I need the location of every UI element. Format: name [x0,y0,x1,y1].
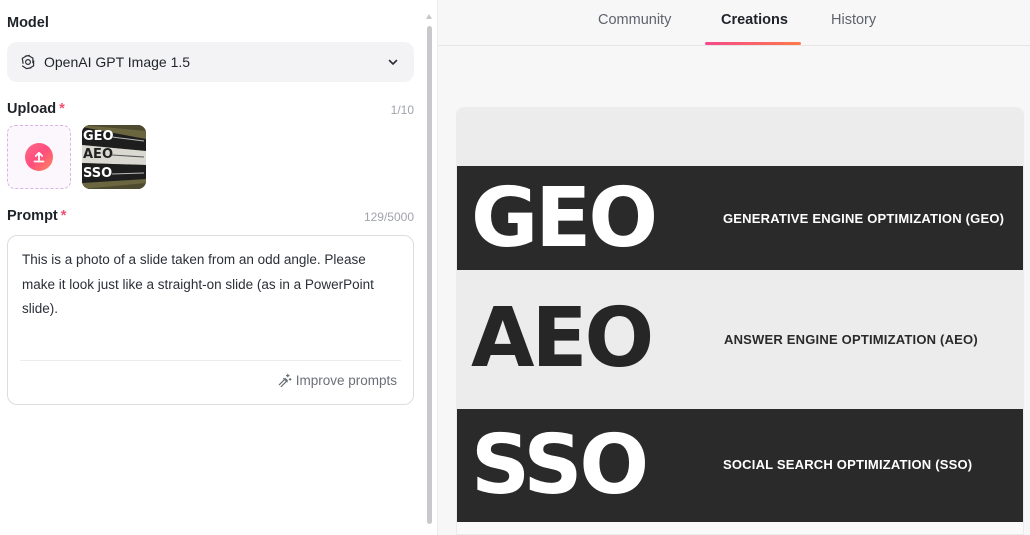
tab-history[interactable]: History [831,12,876,28]
slide-row-aeo: AEO ANSWER ENGINE OPTIMIZATION (AEO) [457,270,1023,409]
improve-prompts-label: Improve prompts [295,373,397,388]
slide-acronym: AEO [471,291,654,386]
slide-row-geo: GEO GENERATIVE ENGINE OPTIMIZATION (GEO) [457,166,1023,270]
thumbnail-line: SSO [83,166,112,181]
slide-top-margin [457,108,1023,166]
upload-section-label: Upload * [7,101,65,117]
prompt-text[interactable]: This is a photo of a slide taken from an… [22,248,402,322]
required-marker: * [60,208,67,224]
prompt-textarea[interactable]: This is a photo of a slide taken from an… [7,235,414,405]
required-marker: * [59,101,65,117]
scrollbar[interactable] [424,14,434,526]
prompt-divider [20,360,401,361]
slide-caption: GENERATIVE ENGINE OPTIMIZATION (GEO) [723,211,1005,226]
scrollbar-thumb[interactable] [427,26,432,524]
prompt-char-counter: 129/5000 [363,210,414,224]
prompt-section-label: Prompt * [7,208,66,224]
prompt-label-text: Prompt [7,208,58,224]
thumbnail-line: GEO [83,129,114,144]
scroll-up-arrow-icon[interactable] [426,14,432,19]
active-tab-indicator [705,42,801,45]
results-panel: Community Creations History GEO GENERATI… [437,0,1030,535]
improve-prompts-button[interactable]: Improve prompts [277,373,397,388]
generation-settings-panel: Model OpenAI GPT Image 1.5 Upload* 1/10 [0,0,432,535]
uploaded-image-thumbnail[interactable]: GEO AEO SSO [82,125,146,189]
slide-acronym: GEO [471,171,658,266]
generated-image: GEO GENERATIVE ENGINE OPTIMIZATION (GEO)… [457,108,1023,534]
chevron-down-icon [388,59,398,65]
model-select[interactable]: OpenAI GPT Image 1.5 [7,42,414,82]
slide-caption: SOCIAL SEARCH OPTIMIZATION (SSO) [723,457,973,472]
model-select-value: OpenAI GPT Image 1.5 [44,54,191,70]
generated-image-card[interactable]: GEO GENERATIVE ENGINE OPTIMIZATION (GEO)… [456,107,1024,535]
upload-button[interactable] [7,125,71,189]
tab-community[interactable]: Community [598,12,671,28]
results-tabs: Community Creations History [438,0,1030,46]
slide-caption: ANSWER ENGINE OPTIMIZATION (AEO) [724,332,978,347]
tab-creations[interactable]: Creations [721,12,788,28]
magic-wand-icon [278,373,292,388]
upload-label-text: Upload [7,101,57,117]
openai-logo-icon [18,52,38,72]
thumbnail-line: AEO [83,147,113,162]
upload-counter: 1/10 [390,103,414,117]
model-section-label: Model [7,15,49,31]
upload-icon [25,143,53,171]
slide-acronym: SSO [471,418,649,513]
slide-row-sso: SSO SOCIAL SEARCH OPTIMIZATION (SSO) [457,409,1023,522]
slide-bottom-margin [457,522,1023,534]
